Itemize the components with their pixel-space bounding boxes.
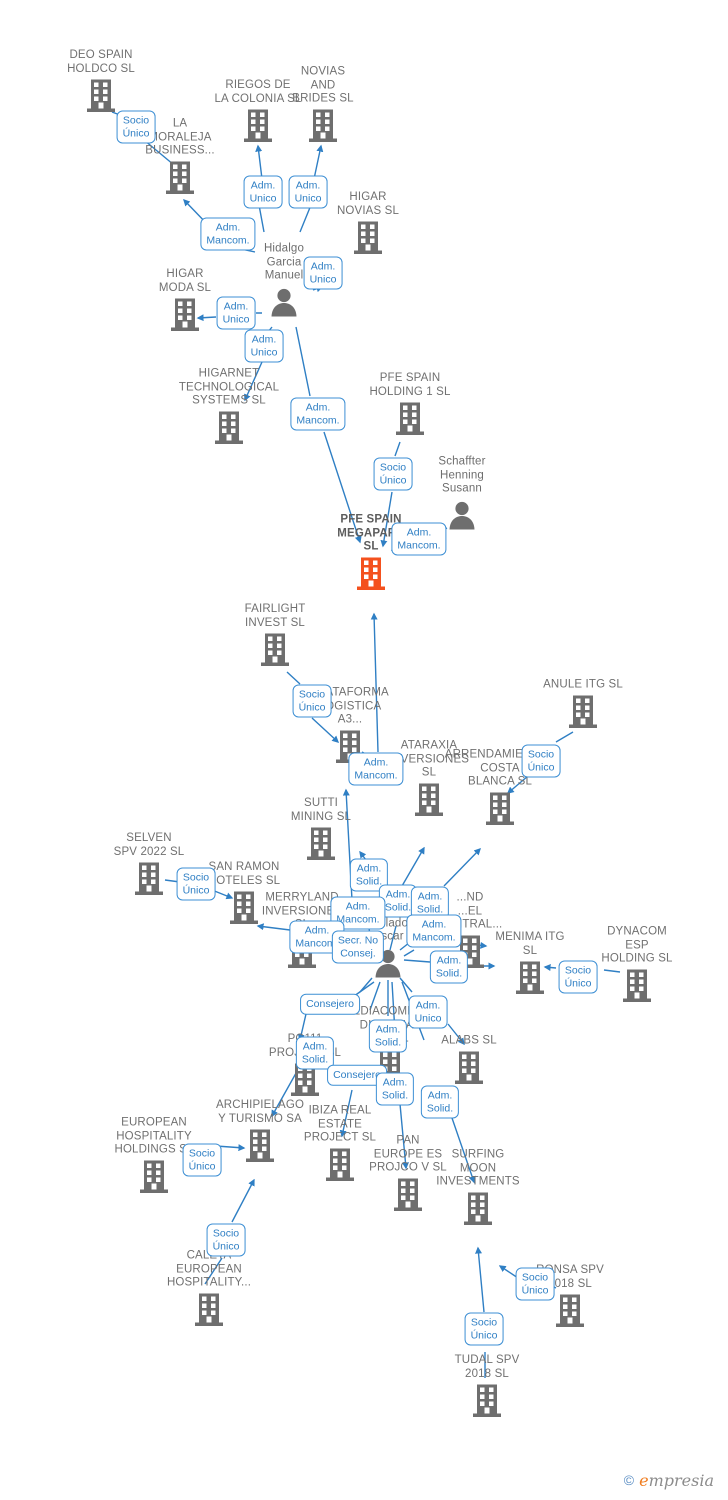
node-label: HIGAR MODA SL xyxy=(158,268,212,294)
node-label: ALABS SL xyxy=(441,1034,497,1047)
building-icon xyxy=(260,632,290,673)
building-icon xyxy=(325,1147,355,1188)
node-label: FAIRLIGHT INVEST SL xyxy=(244,603,306,629)
relation-tag[interactable]: Socio Único xyxy=(558,960,598,994)
node-label: HIGARNET TECHNOLOGICAL SYSTEMS SL xyxy=(178,367,280,407)
node-label: DYNACOM ESP HOLDING SL xyxy=(601,925,673,965)
node-label: Hidalgo Garcia Manuel xyxy=(263,242,305,282)
relation-tag[interactable]: Adm. Unico xyxy=(216,296,256,330)
node-label: SAN RAMON HOTELES SL xyxy=(207,861,281,887)
relation-tag[interactable]: Socio Único xyxy=(515,1267,555,1301)
building-icon xyxy=(308,108,338,149)
relation-tag[interactable]: Adm. Solid. xyxy=(420,1085,460,1119)
relation-tag[interactable]: Adm. Unico xyxy=(303,256,343,290)
building-icon xyxy=(170,297,200,338)
building-icon xyxy=(463,1191,493,1232)
node-label: DEO SPAIN HOLDCO SL xyxy=(67,49,135,75)
building-icon xyxy=(86,78,116,119)
building-icon xyxy=(214,410,244,451)
node-label: PAN EUROPE ES PROJCO V SL xyxy=(369,1134,447,1174)
node-label: HIGAR NOVIAS SL xyxy=(336,191,400,217)
building-icon xyxy=(568,694,598,735)
relation-tag[interactable]: Adm. Unico xyxy=(244,329,284,363)
relation-tag[interactable]: Secr. No Consej. xyxy=(331,930,385,964)
person-icon xyxy=(268,287,300,324)
relation-tag[interactable]: Adm. Mancom. xyxy=(348,752,404,786)
relation-tag[interactable]: Consejero xyxy=(300,993,360,1015)
relation-tag[interactable]: Adm. Solid. xyxy=(375,1072,415,1106)
relation-tag[interactable]: Adm. Mancom. xyxy=(406,914,462,948)
node-label: IBIZA REAL ESTATE PROJECT SL xyxy=(303,1104,377,1144)
node-label: SUTTI MINING SL xyxy=(290,797,352,823)
node-label: ANULE ITG SL xyxy=(543,678,623,691)
building-icon xyxy=(395,401,425,442)
person-icon xyxy=(446,500,478,537)
relation-tag[interactable]: Adm. Unico xyxy=(243,175,283,209)
relation-tag[interactable]: Adm. Solid. xyxy=(295,1036,335,1070)
building-icon xyxy=(306,826,336,867)
building-icon xyxy=(165,160,195,201)
watermark-brand-initial: e xyxy=(639,1471,649,1490)
relation-tag[interactable]: Socio Único xyxy=(206,1223,246,1257)
org-network-diagram: DEO SPAIN HOLDCO SL LA MORALEJA BUSINESS... R… xyxy=(0,0,728,1500)
relation-tag[interactable]: Socio Único xyxy=(521,744,561,778)
building-icon xyxy=(245,1128,275,1169)
relation-tag[interactable]: Adm. Mancom. xyxy=(200,217,256,251)
empresia-watermark: © empresia xyxy=(624,1471,714,1490)
node-label: SELVEN SPV 2022 SL xyxy=(113,832,185,858)
building-icon xyxy=(194,1292,224,1333)
watermark-brand-rest: mpresia xyxy=(648,1471,714,1490)
node-label: Schaffter Henning Susann xyxy=(438,455,486,495)
building-icon xyxy=(622,968,652,1009)
building-icon xyxy=(229,890,259,931)
building-icon xyxy=(134,861,164,902)
node-label: MENIMA ITG SL xyxy=(495,931,565,957)
node-label: NOVIAS AND BRIDES SL xyxy=(292,65,354,105)
building-icon xyxy=(454,1050,484,1091)
relation-tag[interactable]: Socio Único xyxy=(182,1143,222,1177)
edge-hidalgo-garcia-manuel-to-pfe-spain-megapark xyxy=(295,326,360,542)
relation-tag[interactable]: Socio Único xyxy=(464,1312,504,1346)
building-icon xyxy=(515,960,545,1001)
building-icon xyxy=(393,1177,423,1218)
building-icon xyxy=(356,556,386,597)
relation-tag[interactable]: Adm. Unico xyxy=(408,995,448,1029)
node-label: LA MORALEJA BUSINESS... xyxy=(145,117,215,157)
building-icon xyxy=(414,782,444,823)
relation-tag[interactable]: Adm. Solid. xyxy=(368,1019,408,1053)
building-icon xyxy=(243,108,273,149)
relation-tag[interactable]: Socio Único xyxy=(116,110,156,144)
building-icon xyxy=(472,1383,502,1424)
building-icon xyxy=(139,1159,169,1200)
building-icon xyxy=(353,220,383,261)
node-label: RIEGOS DE LA COLONIA SL xyxy=(214,79,302,105)
node-label: TUDAL SPV 2018 SL xyxy=(454,1354,520,1380)
building-icon xyxy=(555,1293,585,1334)
node-label: PFE SPAIN HOLDING 1 SL xyxy=(369,372,451,398)
relation-tag[interactable]: Adm. Mancom. xyxy=(391,522,447,556)
relation-tag[interactable]: Adm. Solid. xyxy=(429,950,469,984)
relation-tag[interactable]: Adm. Mancom. xyxy=(290,397,346,431)
relation-tag[interactable]: Socio Único xyxy=(292,684,332,718)
copyright-icon: © xyxy=(623,1472,635,1488)
relation-tag[interactable]: Socio Único xyxy=(373,457,413,491)
building-icon xyxy=(485,791,515,832)
node-label: ARCHIPIELAGO Y TURISMO SA xyxy=(215,1099,305,1125)
node-label: SURFING MOON INVESTMENTS xyxy=(436,1148,520,1188)
relation-tag[interactable]: Adm. Unico xyxy=(288,175,328,209)
relation-tag[interactable]: Socio Único xyxy=(176,867,216,901)
